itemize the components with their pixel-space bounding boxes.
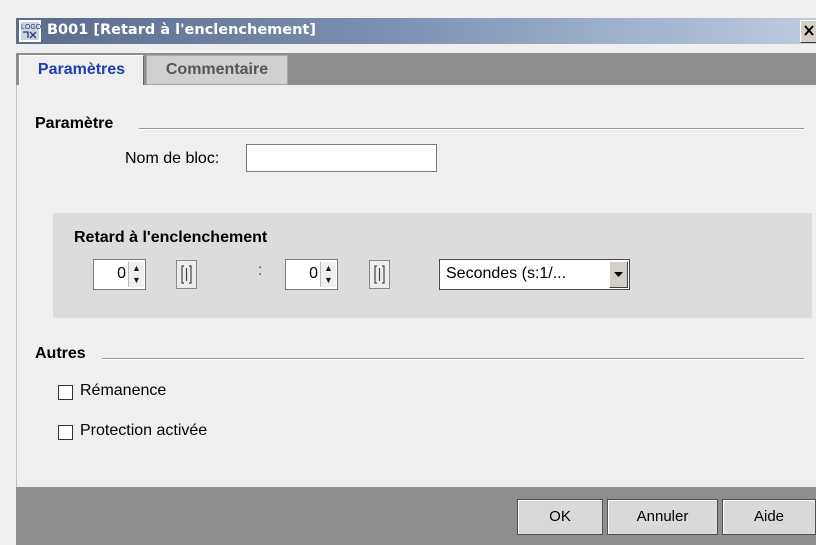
- spin-up-icon[interactable]: ▲: [129, 262, 144, 274]
- delay-value2: 0: [309, 265, 318, 282]
- svg-text:LOGO: LOGO: [21, 24, 41, 31]
- time-unit-select[interactable]: Secondes (s:1/...: [439, 259, 630, 290]
- delay-value2-stepper[interactable]: 0 ▲ ▼: [285, 259, 338, 290]
- spin-buttons[interactable]: ▲ ▼: [128, 262, 144, 287]
- protection-label: Protection activée: [80, 422, 208, 439]
- help-button[interactable]: Aide: [722, 499, 816, 535]
- spin-down-icon[interactable]: ▼: [321, 274, 336, 286]
- bracket-icon: [374, 265, 385, 284]
- tab-commentaire[interactable]: Commentaire: [146, 55, 288, 85]
- title-bar[interactable]: LOGO B001 [Retard à l'enclenchement]: [16, 18, 816, 44]
- chevron-down-icon: [614, 272, 623, 277]
- button-bar: OK Annuler Aide: [16, 487, 816, 545]
- window-title: B001 [Retard à l'enclenchement]: [47, 22, 316, 38]
- spin-down-icon[interactable]: ▼: [129, 274, 144, 286]
- close-icon: [804, 25, 814, 36]
- parameter-ref-button-2[interactable]: [369, 260, 390, 289]
- close-button[interactable]: [800, 20, 816, 43]
- dropdown-button[interactable]: [609, 261, 628, 288]
- autres-divider: [102, 358, 804, 360]
- tab-strip: Paramètres Commentaire: [16, 53, 816, 85]
- tab-parametres[interactable]: Paramètres: [19, 55, 144, 85]
- protection-checkbox[interactable]: [58, 425, 73, 440]
- block-name-input[interactable]: [246, 144, 437, 172]
- parametre-section-title: Paramètre: [35, 115, 114, 132]
- parametre-divider: [139, 128, 804, 130]
- remanence-checkbox[interactable]: [58, 385, 73, 400]
- delay-group: Retard à l'enclenchement: [53, 213, 812, 318]
- panel-border: [16, 85, 17, 487]
- dialog-window: LOGO B001 [Retard à l'enclenchement] Par…: [0, 0, 816, 545]
- spin-up-icon[interactable]: ▲: [321, 262, 336, 274]
- delay-value1: 0: [117, 265, 126, 282]
- parameter-ref-button-1[interactable]: [176, 260, 197, 289]
- spin-buttons[interactable]: ▲ ▼: [320, 262, 336, 287]
- bracket-icon: [181, 265, 192, 284]
- delay-group-title: Retard à l'enclenchement: [74, 229, 268, 246]
- cancel-button[interactable]: Annuler: [607, 499, 718, 535]
- time-separator: :: [258, 262, 263, 279]
- time-unit-value: Secondes (s:1/...: [446, 265, 567, 282]
- remanence-label: Rémanence: [80, 382, 167, 399]
- delay-value1-stepper[interactable]: 0 ▲ ▼: [93, 259, 146, 290]
- block-name-label: Nom de bloc:: [125, 150, 220, 167]
- autres-section-title: Autres: [35, 345, 86, 362]
- ok-button[interactable]: OK: [517, 499, 603, 535]
- logo-icon: LOGO: [19, 20, 41, 42]
